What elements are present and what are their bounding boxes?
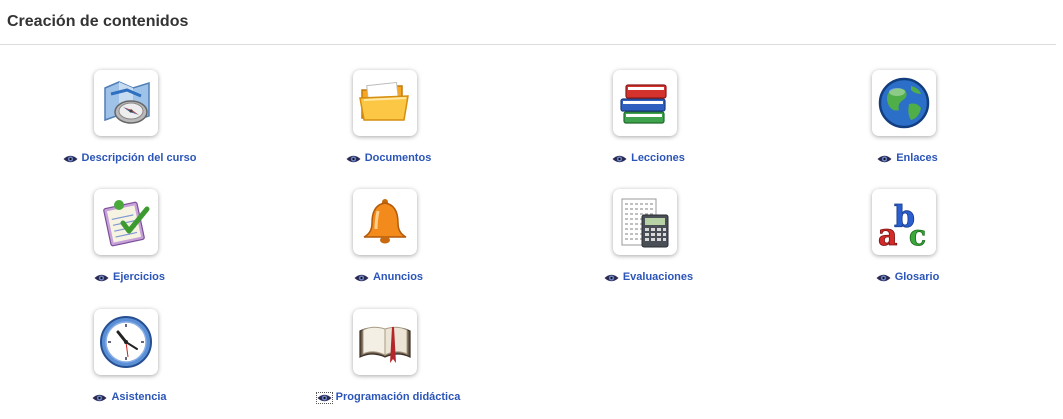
visibility-eye-icon[interactable] [876,273,891,283]
tool-caption: Evaluaciones [519,267,778,285]
visibility-eye-icon[interactable] [612,154,627,164]
visibility-eye-icon[interactable] [315,392,333,404]
bell-icon[interactable] [353,189,417,255]
tool-link-asistencia[interactable]: Asistencia [111,391,166,403]
tool-documentos[interactable]: Documentos [259,70,518,180]
open-book-icon[interactable] [353,309,417,375]
tool-programacion-didactica[interactable]: Programación didáctica [259,309,518,419]
tool-caption: Documentos [259,148,518,166]
abc-icon[interactable]: a b c [872,189,936,255]
tool-link-evaluaciones[interactable]: Evaluaciones [623,271,693,283]
visibility-eye-icon[interactable] [354,273,369,283]
section-divider [0,44,1056,45]
tool-link-descripcion-del-curso[interactable]: Descripción del curso [82,152,197,164]
tool-link-programacion-didactica[interactable]: Programación didáctica [336,391,461,403]
globe-icon[interactable] [872,70,936,136]
tool-glosario[interactable]: a b c Glosario [778,189,1037,299]
tool-caption: Programación didáctica [259,387,518,405]
tool-caption: Lecciones [519,148,778,166]
tool-caption: Ejercicios [0,267,259,285]
compass-map-icon[interactable] [94,70,158,136]
calculator-icon[interactable] [613,189,677,255]
tool-anuncios[interactable]: Anuncios [259,189,518,299]
visibility-eye-icon[interactable] [63,154,78,164]
tool-caption: Descripción del curso [0,148,259,166]
tool-caption: Glosario [778,267,1037,285]
checklist-icon[interactable] [94,189,158,255]
visibility-eye-icon[interactable] [604,273,619,283]
visibility-eye-icon[interactable] [877,154,892,164]
tool-caption: Asistencia [0,387,259,405]
tool-link-lecciones[interactable]: Lecciones [631,152,685,164]
section-title: Creación de contenidos [7,13,189,30]
svg-text:c: c [909,219,926,251]
tool-caption: Enlaces [778,148,1037,166]
visibility-eye-icon[interactable] [94,273,109,283]
tool-link-documentos[interactable]: Documentos [365,152,432,164]
books-icon[interactable] [613,70,677,136]
tool-evaluaciones[interactable]: Evaluaciones [519,189,778,299]
tool-link-glosario[interactable]: Glosario [895,271,940,283]
folder-icon[interactable] [353,70,417,136]
tool-caption: Anuncios [259,267,518,285]
tool-descripcion-del-curso[interactable]: Descripción del curso [0,70,259,180]
tool-ejercicios[interactable]: Ejercicios [0,189,259,299]
tool-lecciones[interactable]: Lecciones [519,70,778,180]
tool-link-enlaces[interactable]: Enlaces [896,152,938,164]
tool-enlaces[interactable]: Enlaces [778,70,1037,180]
tool-asistencia[interactable]: Asistencia [0,309,259,419]
clock-icon[interactable] [94,309,158,375]
visibility-eye-icon[interactable] [346,154,361,164]
tool-link-ejercicios[interactable]: Ejercicios [113,271,165,283]
visibility-eye-icon[interactable] [92,393,107,403]
tool-link-anuncios[interactable]: Anuncios [373,271,423,283]
